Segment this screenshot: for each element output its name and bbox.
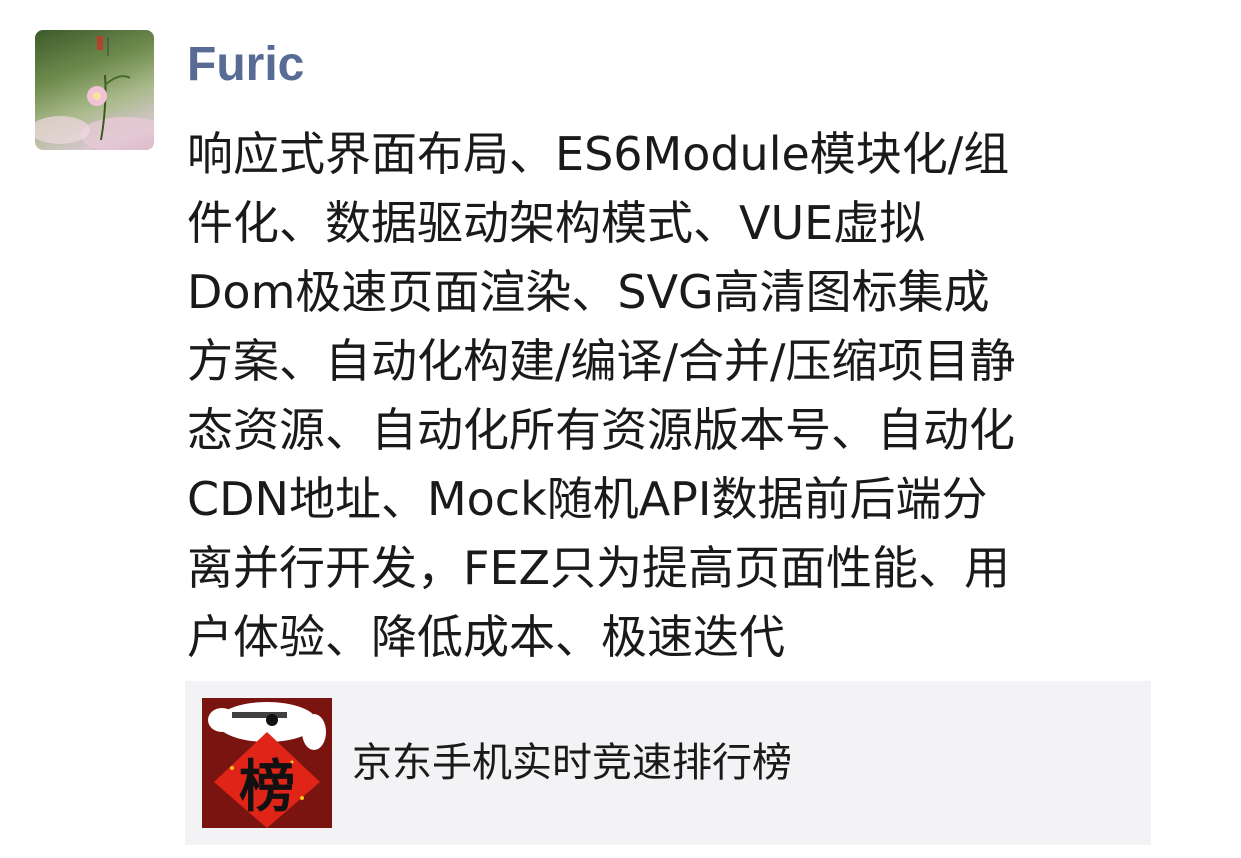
post-text-line: 户体验、降低成本、极速迭代 — [187, 610, 785, 664]
author-name[interactable]: Furic — [187, 36, 304, 94]
post-text-line: 态资源、自动化所有资源版本号、自动化 — [187, 403, 1015, 457]
post-text: 响应式界面布局、ES6Module模块化/组 件化、数据驱动架构模式、VUE虚拟… — [187, 120, 1217, 672]
thumb-char: 榜 — [239, 755, 295, 820]
post-text-line: 响应式界面布局、ES6Module模块化/组 — [187, 127, 1010, 181]
post-text-line: Dom极速页面渲染、SVG高清图标集成 — [187, 265, 990, 319]
post-text-line: 方案、自动化构建/编译/合并/压缩项目静 — [187, 334, 1016, 388]
flower-photo-icon — [35, 36, 154, 150]
avatar[interactable] — [35, 30, 154, 150]
post-text-line: 离并行开发，FEZ只为提高页面性能、用 — [187, 541, 1011, 595]
link-title: 京东手机实时竞速排行榜 — [352, 740, 792, 786]
link-thumbnail: 榜 — [202, 698, 332, 828]
jd-dog-ranking-icon: 榜 — [202, 698, 332, 828]
post-text-line: 件化、数据驱动架构模式、VUE虚拟 — [187, 196, 926, 250]
post-text-line: CDN地址、Mock随机API数据前后端分 — [187, 472, 988, 526]
shared-link-card[interactable]: 榜 京东手机实时竞速排行榜 — [185, 681, 1151, 845]
